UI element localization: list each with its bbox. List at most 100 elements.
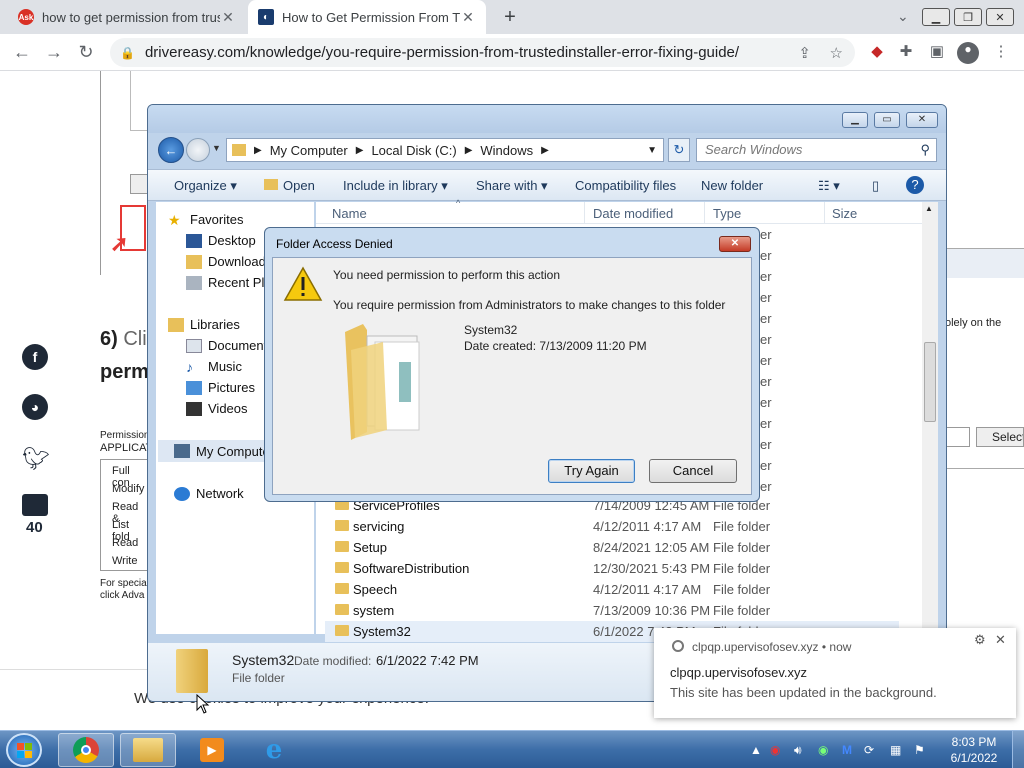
tab-search-chevron-icon[interactable]: ⌄ [897,8,909,25]
new-tab-button[interactable]: + [498,5,522,29]
nav-documents[interactable]: Document [186,338,267,353]
facebook-icon[interactable]: f [22,344,48,370]
breadcrumb-my-computer[interactable]: My Computer [270,143,348,158]
new-folder-button[interactable]: New folder [701,178,763,193]
chrome-icon [73,737,99,763]
details-type: File folder [232,671,285,685]
browser-tab-bar: Ask how to get permission from trust ✕ ◐… [0,0,1024,34]
show-hidden-icons[interactable]: ▲ [750,743,762,757]
taskbar-chrome[interactable] [58,733,114,767]
back-icon[interactable]: ← [6,42,38,63]
close-tab-icon[interactable]: ✕ [220,9,236,26]
clock[interactable]: 8:03 PM 6/1/2022 [948,735,1000,765]
organize-button[interactable]: Organize ▾ [174,178,237,194]
nav-desktop[interactable]: Desktop [186,233,256,248]
nav-libraries[interactable]: Libraries [168,317,240,332]
volume-icon[interactable]: 🔊︎ [794,743,802,758]
explorer-search-input[interactable]: Search Windows ⚲ [696,138,937,162]
column-size[interactable]: Size [832,206,857,221]
address-bar[interactable]: 🔒 drivereasy.com/knowledge/you-require-p… [110,38,855,67]
breadcrumb-windows[interactable]: Windows [480,143,533,158]
settings-gear-icon[interactable]: ⚙ [974,632,986,648]
address-dropdown-icon[interactable]: ▼ [647,145,657,156]
reddit-icon[interactable]: ◕ [22,394,48,420]
recent-pages-chevron-icon[interactable]: ▼ [212,143,221,153]
column-date-modified[interactable]: Date modified [593,206,673,221]
nav-network[interactable]: Network [174,486,244,501]
breadcrumb-local-disk[interactable]: Local Disk (C:) [371,143,456,158]
side-panel-icon[interactable]: ▣ [926,42,948,64]
cancel-button[interactable]: Cancel [649,459,737,483]
profile-avatar[interactable]: ● [957,42,979,64]
tab-drivereasy[interactable]: ◐ How to Get Permission From Tru ✕ [248,0,486,34]
column-name[interactable]: Name [332,206,367,221]
extension-icon[interactable]: ◆ [866,42,888,64]
nav-favorites[interactable]: ★ Favorites [168,212,243,227]
compatibility-files-button[interactable]: Compatibility files [575,178,676,193]
comment-icon[interactable] [22,494,48,516]
help-icon[interactable]: ? [906,176,924,194]
explorer-back-button[interactable]: ← [158,137,184,163]
tab-title: How to Get Permission From Tru [282,9,460,25]
chrome-tray-icon[interactable]: ◉ [818,743,828,757]
column-type[interactable]: Type [713,206,741,221]
nav-videos[interactable]: Videos [186,401,248,416]
start-button[interactable] [6,733,42,767]
preview-pane-icon[interactable]: ▯ [872,178,879,194]
dialog-folder-name: System32 [464,323,518,337]
site-notification[interactable]: clpqp.upervisofosev.xyz • now ⚙ ✕ clpqp.… [654,628,1016,718]
nav-downloads[interactable]: Downloads [186,254,272,269]
explorer-close-button[interactable]: ✕ [906,112,938,128]
warning-icon [283,266,323,301]
close-window-button[interactable]: ✕ [986,8,1014,26]
explorer-maximize-button[interactable]: ▭ [874,112,900,128]
explorer-minimize-button[interactable]: ▁ [842,112,868,128]
taskbar-media-player[interactable]: ▶ [184,733,240,767]
include-in-library-button[interactable]: Include in library ▾ [343,178,448,194]
tab-ask[interactable]: Ask how to get permission from trust ✕ [8,0,246,34]
refresh-icon[interactable]: ↻ [668,138,690,162]
file-row[interactable]: SoftwareDistribution 12/30/2021 5:43 PM Fi… [325,558,899,579]
nav-pictures[interactable]: Pictures [186,380,255,395]
app-tray-icon[interactable]: M [842,743,852,757]
file-row[interactable]: system 7/13/2009 10:36 PM File folder [325,600,899,621]
share-icon[interactable]: ⇪ [798,44,811,62]
nav-music[interactable]: ♪ Music [186,359,242,374]
share-with-button[interactable]: Share with ▾ [476,178,548,194]
antivirus-tray-icon[interactable]: ◉ [770,743,780,757]
breadcrumb-separator-icon: ▶ [355,144,364,156]
view-options-icon[interactable]: ☷ ▾ [818,178,840,194]
bookmark-star-icon[interactable]: ☆ [830,44,843,62]
taskbar-explorer[interactable] [120,733,176,767]
explorer-address-bar[interactable]: ▶ My Computer ▶ Local Disk (C:) ▶ Window… [226,138,664,162]
menu-kebab-icon[interactable]: ⋮ [990,42,1012,64]
action-center-flag-icon[interactable]: ⚑ [914,743,925,757]
updates-tray-icon[interactable]: ⟳ [864,743,874,757]
partial-type-fragment: er [760,311,772,326]
dialog-message: You require permission from Administrato… [333,298,726,312]
close-tab-icon[interactable]: ✕ [460,9,476,26]
puzzle-icon[interactable]: ✚ [895,42,917,64]
try-again-button[interactable]: Try Again [548,459,635,483]
file-row[interactable]: Setup 8/24/2021 12:05 AM File folder [325,537,899,558]
taskbar-internet-explorer[interactable]: e [246,733,302,767]
restore-button[interactable]: ❐ [954,8,982,26]
explorer-forward-button[interactable] [186,138,210,162]
file-row[interactable]: Speech 4/12/2011 4:17 AM File folder [325,579,899,600]
dialog-title: Folder Access Denied [276,237,393,251]
twitter-icon[interactable]: 🐦︎ [22,446,50,472]
partial-type-fragment: er [760,458,772,473]
minimize-button[interactable]: ▁ [922,8,950,26]
open-button[interactable]: Open [264,178,315,193]
network-tray-icon[interactable]: ▦ [890,743,901,757]
file-row[interactable]: servicing 4/12/2011 4:17 AM File folder [325,516,899,537]
dialog-close-button[interactable]: ✕ [719,236,751,252]
forward-icon[interactable]: → [38,42,70,63]
dialog-heading: You need permission to perform this acti… [333,268,561,282]
select-button[interactable]: Select [976,427,1024,447]
reload-icon[interactable]: ↻ [70,42,102,63]
scroll-thumb[interactable] [924,342,936,422]
close-notification-icon[interactable]: ✕ [995,632,1006,648]
show-desktop-button[interactable] [1012,731,1024,768]
chrome-icon [672,640,684,652]
